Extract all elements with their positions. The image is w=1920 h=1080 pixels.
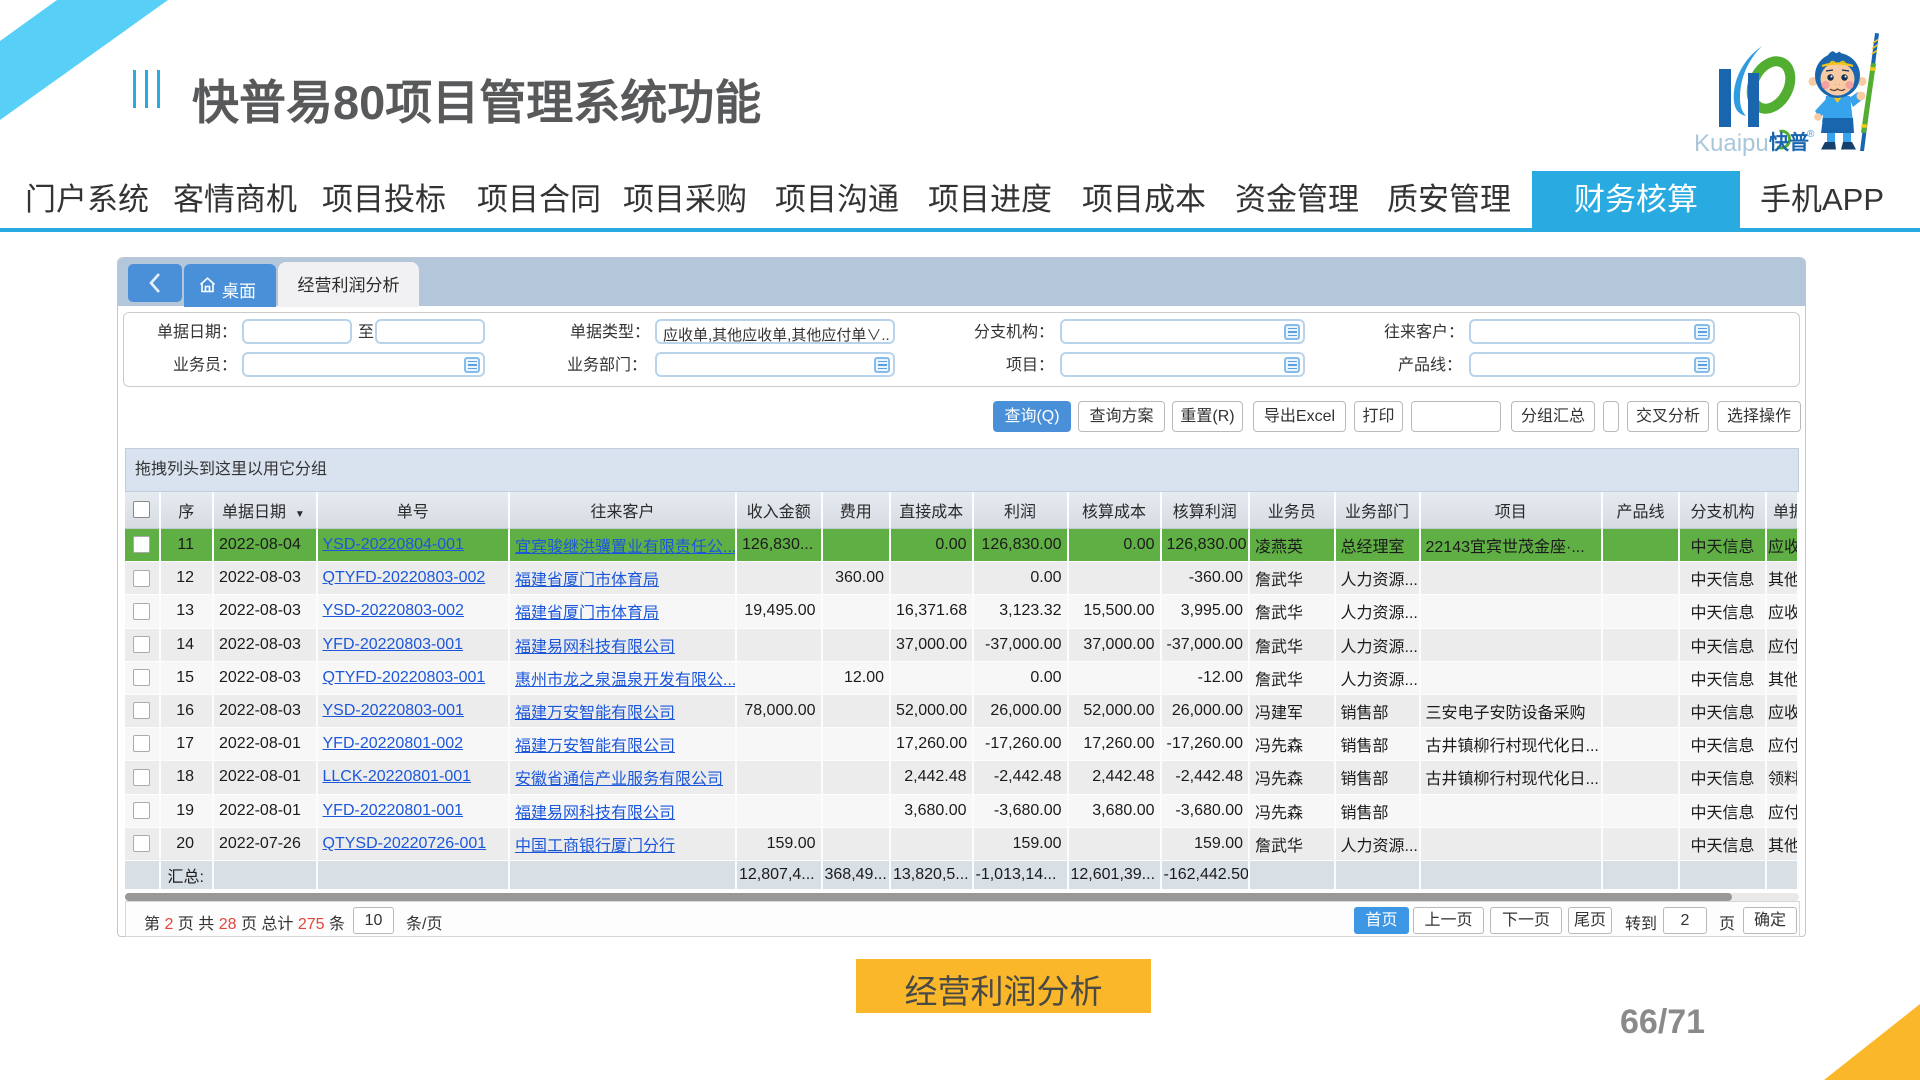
svg-text:Kuaipu: Kuaipu	[1694, 130, 1769, 157]
svg-text:®: ®	[1807, 129, 1815, 140]
svg-text:快普: 快普	[1769, 130, 1809, 154]
